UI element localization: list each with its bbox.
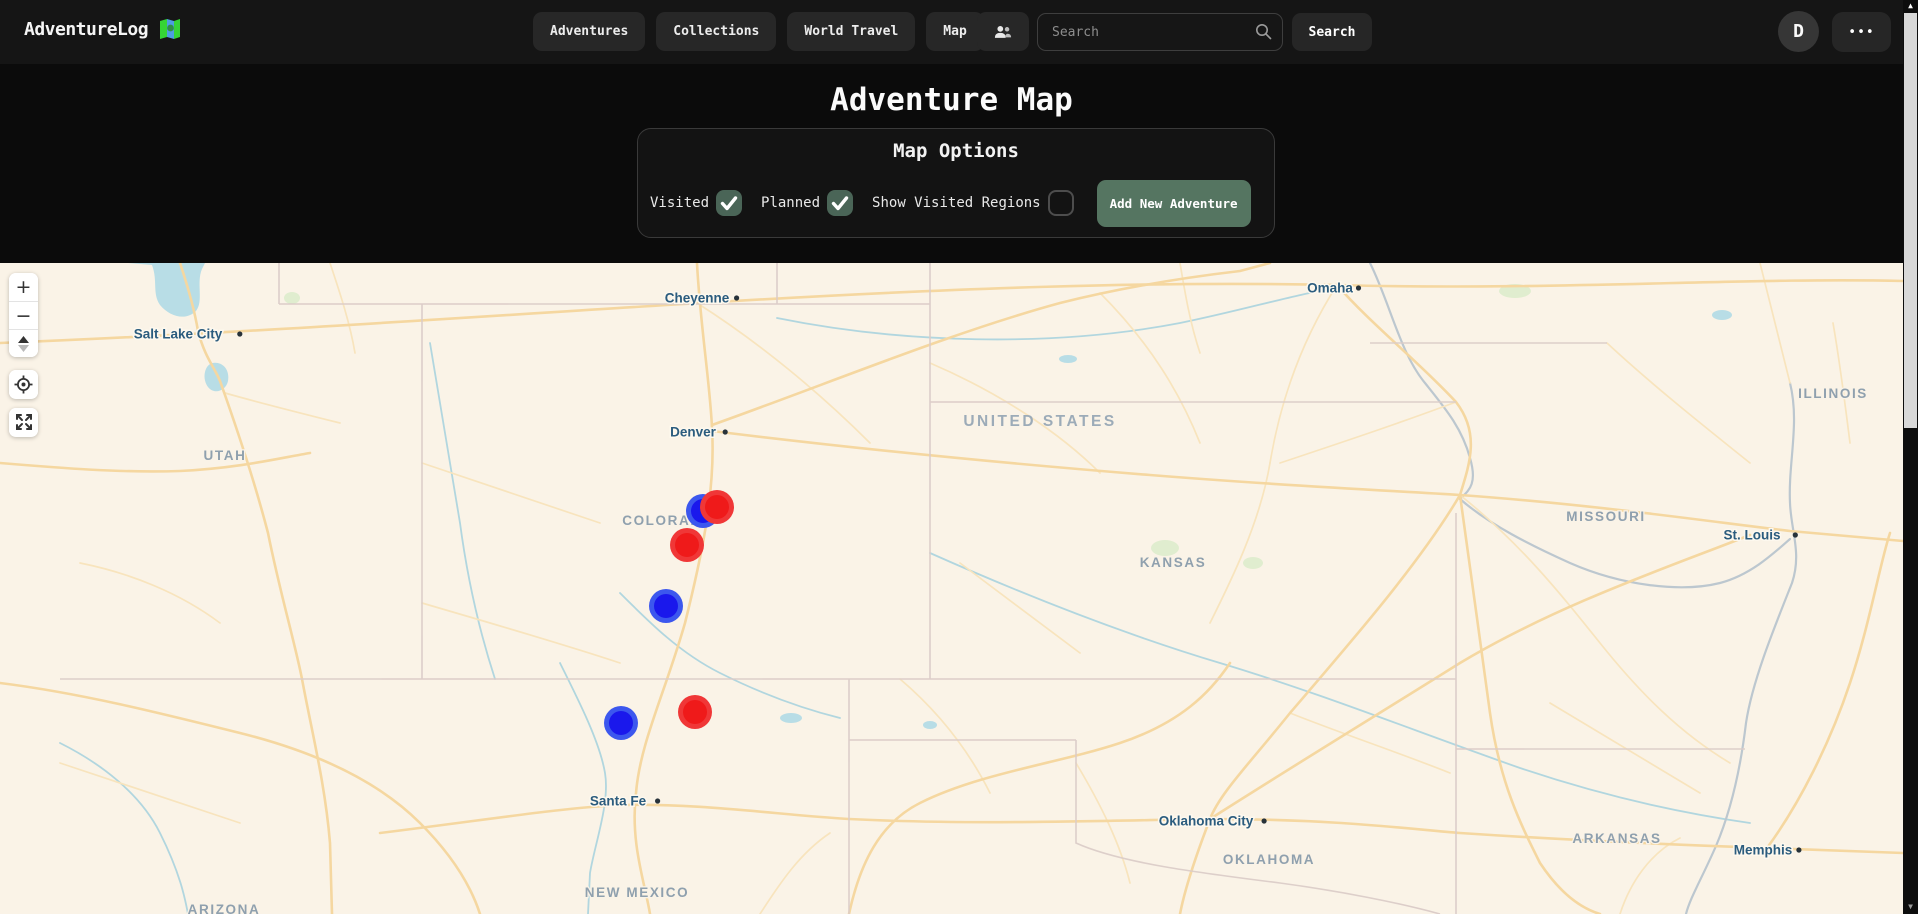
marker-visited[interactable]	[700, 490, 734, 524]
city-label: Salt Lake City	[134, 327, 223, 342]
checkbox-planned[interactable]	[827, 190, 853, 216]
fullscreen-button[interactable]	[9, 408, 38, 436]
users-button[interactable]	[977, 12, 1029, 51]
zoom-in-icon: +	[16, 276, 32, 298]
nav-buttons: Adventures Collections World Travel Map	[533, 12, 984, 51]
marker-visited[interactable]	[678, 695, 712, 729]
map-icon	[158, 17, 182, 41]
page-scrollbar[interactable]: ▲ ▼	[1903, 0, 1918, 914]
marker-planned[interactable]	[649, 589, 683, 623]
city-dot	[1796, 847, 1801, 852]
map-options-title: Map Options	[638, 140, 1274, 162]
search-button[interactable]: Search	[1292, 13, 1372, 51]
map-options-panel: Map Options Visited Planned Show Visited R…	[637, 128, 1275, 238]
option-show-visited-regions: Show Visited Regions	[872, 190, 1074, 216]
city-dot	[734, 295, 739, 300]
city-label: St. Louis	[1724, 528, 1781, 543]
geolocate-icon	[14, 375, 33, 394]
state-label: NEW MEXICO	[585, 885, 690, 900]
marker-visited[interactable]	[670, 528, 704, 562]
city-label: Oklahoma City	[1159, 814, 1254, 829]
checkbox-show-visited-regions[interactable]	[1048, 190, 1074, 216]
options-checkboxes: Visited Planned Show Visited Regions	[650, 190, 1093, 216]
state-label: MISSOURI	[1566, 509, 1646, 524]
more-menu-button[interactable]: •••	[1832, 12, 1891, 52]
country-label: UNITED STATES	[963, 413, 1116, 430]
fullscreen-icon	[15, 413, 33, 431]
city-label: Denver	[670, 425, 717, 440]
option-visited: Visited	[650, 190, 742, 216]
city-label: Cheyenne	[665, 291, 730, 306]
fullscreen-control	[9, 408, 38, 437]
state-label: KANSAS	[1140, 555, 1207, 570]
compass-icon	[17, 335, 30, 353]
search-input[interactable]	[1037, 13, 1283, 51]
city-dot	[1793, 532, 1798, 537]
option-label: Visited	[650, 195, 709, 211]
nav-map[interactable]: Map	[926, 12, 983, 51]
state-label: UTAH	[204, 448, 247, 463]
city-dot	[723, 429, 728, 434]
city-dot	[655, 798, 660, 803]
city-label: Omaha	[1307, 281, 1353, 296]
nav-world-travel[interactable]: World Travel	[787, 12, 915, 51]
scroll-up-icon[interactable]: ▲	[1903, 0, 1918, 13]
geolocate-control	[9, 370, 38, 399]
state-label: ILLINOIS	[1798, 386, 1868, 401]
checkbox-visited[interactable]	[716, 190, 742, 216]
avatar[interactable]: D	[1778, 11, 1819, 52]
option-label: Planned	[761, 195, 820, 211]
search-icon	[1255, 23, 1272, 44]
geolocate-button[interactable]	[9, 370, 38, 398]
map-canvas: UNITED STATES UTAHCOLORADOKANSASMISSOURI…	[0, 263, 1903, 914]
state-label: OKLAHOMA	[1223, 852, 1315, 867]
scrollbar-thumb[interactable]	[1904, 13, 1917, 428]
city-dot	[1356, 285, 1361, 290]
city-dot	[1262, 818, 1267, 823]
nav-collections[interactable]: Collections	[656, 12, 776, 51]
city-label: Memphis	[1734, 843, 1793, 858]
brand[interactable]: AdventureLog	[24, 17, 182, 41]
compass-button[interactable]	[9, 329, 38, 357]
state-label: ARKANSAS	[1572, 831, 1661, 846]
top-navbar: AdventureLog Adventures Collections World …	[0, 0, 1903, 64]
zoom-out-icon: −	[16, 305, 32, 327]
city-dot	[237, 331, 242, 336]
search-field-wrap	[1037, 13, 1283, 51]
city-label: Santa Fe	[590, 794, 647, 809]
brand-name: AdventureLog	[24, 19, 148, 40]
ellipsis-icon: •••	[1848, 25, 1874, 40]
users-icon	[994, 25, 1012, 39]
zoom-in-button[interactable]: +	[9, 273, 38, 301]
nav-adventures[interactable]: Adventures	[533, 12, 645, 51]
option-label: Show Visited Regions	[872, 195, 1041, 211]
zoom-out-button[interactable]: −	[9, 301, 38, 329]
scroll-down-icon[interactable]: ▼	[1903, 901, 1918, 913]
map-zoom-controls: + −	[9, 273, 38, 357]
option-planned: Planned	[761, 190, 853, 216]
page-title: Adventure Map	[0, 82, 1903, 118]
add-new-adventure-button[interactable]: Add New Adventure	[1097, 180, 1251, 227]
adventure-map[interactable]: UNITED STATES UTAHCOLORADOKANSASMISSOURI…	[0, 263, 1903, 914]
options-row: Visited Planned Show Visited Regions Add N…	[638, 177, 1274, 229]
marker-planned[interactable]	[604, 706, 638, 740]
state-label: ARIZONA	[188, 902, 261, 914]
